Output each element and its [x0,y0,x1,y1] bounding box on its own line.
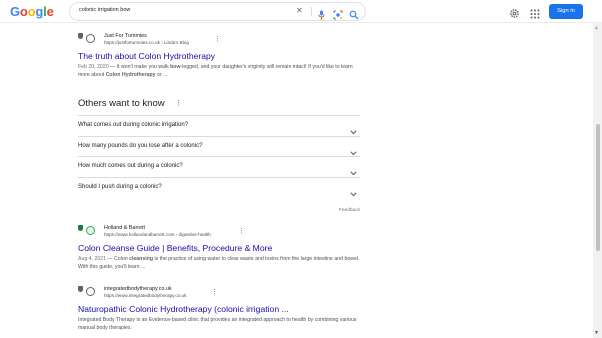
search-divider [311,7,312,16]
result-title-link[interactable]: The truth about Colon Hydrotherapy [78,51,360,61]
site-favicon-icon [86,34,95,43]
people-also-ask: Others want to know ⋮ What comes out dur… [78,98,360,213]
shield-icon [78,225,83,231]
camera-lens-icon[interactable] [333,7,343,25]
result-source[interactable]: Just For Tummies https://justfortummies.… [78,33,360,49]
search-result: Just For Tummies https://justfortummies.… [78,33,360,79]
shield-icon [78,33,83,39]
search-input[interactable]: colonic irrigation bow [79,7,130,13]
site-name: Just For Tummies [104,33,147,39]
paa-list: What comes out during colonic irrigation… [78,115,360,198]
more-options-icon[interactable]: ⋮ [175,100,182,107]
site-url: https://www.integratedbodytherapy.co.uk [104,293,187,298]
search-box[interactable]: colonic irrigation bow ✕ [70,3,365,20]
site-url: https://www.hollandandbarrett.com › dige… [104,232,211,237]
result-date: Aug 4, 2021 [78,256,106,262]
site-name: integratedbodytherapy.co.uk [104,286,172,292]
search-icon[interactable] [349,7,359,25]
more-options-icon[interactable]: ⋮ [211,289,218,296]
sign-in-button[interactable]: Sign in [549,4,583,19]
snippet-highlight: cleansing [129,256,153,262]
result-source[interactable]: Holland & Barrett https://www.hollandand… [78,225,360,241]
paa-question[interactable]: How many pounds do you lose after a colo… [78,137,360,157]
site-favicon-icon [86,287,95,296]
close-icon[interactable]: ✕ [296,6,303,16]
result-source[interactable]: integratedbodytherapy.co.uk https://www.… [78,286,360,302]
snippet-highlight: bow [170,64,181,70]
paa-question[interactable]: How much comes out during a colonic? [78,157,360,178]
result-title-link[interactable]: Naturopathic Colonic Hydrotherapy (colon… [78,304,360,314]
google-logo[interactable]: Google [10,4,54,19]
microphone-icon[interactable] [318,7,325,25]
logo-letter: G [10,4,20,19]
more-options-icon[interactable]: ⋮ [214,36,221,43]
site-name: Holland & Barrett [104,225,146,231]
paa-title: Others want to know [78,98,165,109]
top-bar: Google colonic irrigation bow ✕ Sign in [0,0,602,23]
result-snippet: Feb 20, 2020 — It won't make you walk bo… [78,63,360,79]
scroll-down-arrow-icon[interactable]: ▼ [594,330,599,336]
snippet-text: Integrated Body Therapy is an Evidence-b… [78,317,357,331]
paa-question[interactable]: What comes out during colonic irrigation… [78,116,360,137]
shield-icon [78,286,83,292]
paa-header: Others want to know ⋮ [78,98,360,114]
site-url: https://justfortummies.co.uk › Linda's B… [104,40,189,45]
result-date: Feb 20, 2020 [78,64,109,70]
snippet-text: or ... [155,72,168,78]
gear-icon[interactable] [509,6,520,24]
result-snippet: Aug 4, 2021 — Colon cleansing is the pra… [78,255,360,271]
snippet-text: — Colon [105,256,130,262]
site-favicon-icon [86,226,95,235]
more-options-icon[interactable]: ⋮ [238,228,245,235]
chevron-down-icon[interactable] [350,184,357,202]
paa-question-text: What comes out during colonic irrigation… [78,122,189,128]
logo-letter: g [35,4,44,19]
search-result: integratedbodytherapy.co.uk https://www.… [78,286,360,332]
scrollbar-thumb[interactable] [596,124,600,251]
feedback-link[interactable]: Feedback [78,208,360,213]
logo-letter: o [19,4,28,19]
result-snippet: Integrated Body Therapy is an Evidence-b… [78,316,360,332]
snippet-highlight: Colon Hydrotherapy [105,72,156,78]
paa-question[interactable]: Should I push during a colonic? [78,178,360,199]
apps-grid-icon[interactable] [530,6,540,24]
paa-question-text: How much comes out during a colonic? [78,163,183,169]
paa-question-text: Should I push during a colonic? [78,183,162,190]
paa-question-text: How many pounds do you lose after a colo… [78,142,203,149]
logo-letter: e [46,4,54,19]
result-title-link[interactable]: Colon Cleanse Guide | Benefits, Procedur… [78,243,360,253]
search-result: Holland & Barrett https://www.hollandand… [78,225,360,271]
snippet-text: — It won't make you walk [108,64,171,70]
scroll-up-arrow-icon[interactable]: ▲ [594,25,599,31]
